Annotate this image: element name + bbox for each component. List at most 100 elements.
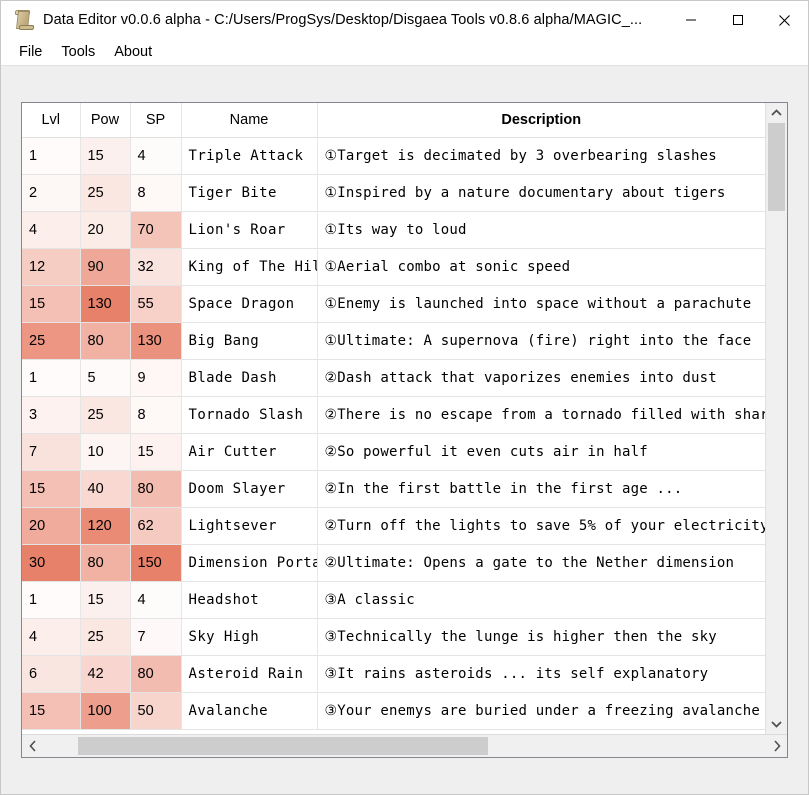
cell-name[interactable]: Avalanche	[181, 692, 318, 730]
cell-name[interactable]: Dimension Portal	[181, 544, 318, 582]
table-row[interactable]: 4 25 7 Sky High ③Technically the lunge is hi…	[22, 618, 765, 656]
cell-name[interactable]: Big Bang	[181, 322, 318, 360]
table-row[interactable]: 1 5 9 Blade Dash ②Dash attack that vaporizes…	[22, 359, 765, 397]
table-row[interactable]: 1 15 4 Headshot ③A classic	[22, 581, 765, 619]
cell-pow[interactable]: 42	[80, 655, 131, 693]
cell-sp[interactable]: 150	[130, 544, 182, 582]
cell-pow[interactable]: 25	[80, 174, 131, 212]
cell-sp[interactable]: 130	[130, 322, 182, 360]
cell-lvl[interactable]: 4	[22, 211, 81, 249]
cell-description[interactable]: ③It rains asteroids ... its self explana…	[317, 655, 765, 693]
cell-sp[interactable]: 32	[130, 248, 182, 286]
cell-description[interactable]: ①Ultimate: A supernova (fire) right into…	[317, 322, 765, 360]
column-header-name[interactable]: Name	[181, 103, 318, 138]
cell-pow[interactable]: 15	[80, 137, 131, 175]
cell-lvl[interactable]: 20	[22, 507, 81, 545]
vertical-scroll-thumb[interactable]	[768, 123, 785, 211]
cell-description[interactable]: ②There is no escape from a tornado fille…	[317, 396, 765, 434]
table-row[interactable]: 1 15 4 Triple Attack ①Target is decimated by…	[22, 137, 765, 175]
table-row[interactable]: 2 25 8 Tiger Bite ①Inspired by a nature docu…	[22, 174, 765, 212]
cell-lvl[interactable]: 15	[22, 285, 81, 323]
cell-description[interactable]: ②Turn off the lights to save 5% of your …	[317, 507, 765, 545]
cell-name[interactable]: Space Dragon	[181, 285, 318, 323]
cell-lvl[interactable]: 3	[22, 396, 81, 434]
cell-sp[interactable]: 9	[130, 359, 182, 397]
column-header-description[interactable]: Description	[317, 103, 765, 138]
minimize-button[interactable]	[667, 1, 714, 39]
cell-pow[interactable]: 25	[80, 396, 131, 434]
table-row[interactable]: 15 40 80 Doom Slayer ②In the first battle in…	[22, 470, 765, 508]
cell-name[interactable]: Asteroid Rain	[181, 655, 318, 693]
cell-description[interactable]: ①Target is decimated by 3 overbearing sl…	[317, 137, 765, 175]
cell-pow[interactable]: 10	[80, 433, 131, 471]
cell-sp[interactable]: 8	[130, 174, 182, 212]
chevron-down-icon[interactable]	[766, 714, 787, 734]
cell-name[interactable]: Headshot	[181, 581, 318, 619]
cell-lvl[interactable]: 1	[22, 137, 81, 175]
cell-name[interactable]: Triple Attack	[181, 137, 318, 175]
cell-pow[interactable]: 120	[80, 507, 131, 545]
cell-lvl[interactable]: 2	[22, 174, 81, 212]
cell-pow[interactable]: 130	[80, 285, 131, 323]
cell-description[interactable]: ②So powerful it even cuts air in half	[317, 433, 765, 471]
cell-lvl[interactable]: 30	[22, 544, 81, 582]
vertical-scrollbar[interactable]	[765, 103, 787, 734]
cell-sp[interactable]: 70	[130, 211, 182, 249]
cell-name[interactable]: Tornado Slash	[181, 396, 318, 434]
table-row[interactable]: 30 80 150 Dimension Portal ②Ultimate: Opens …	[22, 544, 765, 582]
close-button[interactable]	[761, 1, 808, 39]
menu-item-about[interactable]: About	[105, 42, 161, 62]
cell-sp[interactable]: 7	[130, 618, 182, 656]
menu-item-file[interactable]: File	[10, 42, 51, 62]
cell-pow[interactable]: 15	[80, 581, 131, 619]
cell-description[interactable]: ③Technically the lunge is higher then th…	[317, 618, 765, 656]
cell-pow[interactable]: 20	[80, 211, 131, 249]
column-header-pow[interactable]: Pow	[80, 103, 131, 138]
cell-pow[interactable]: 80	[80, 544, 131, 582]
cell-sp[interactable]: 80	[130, 655, 182, 693]
cell-description[interactable]: ①Enemy is launched into space without a …	[317, 285, 765, 323]
cell-name[interactable]: Blade Dash	[181, 359, 318, 397]
cell-pow[interactable]: 25	[80, 618, 131, 656]
chevron-left-icon[interactable]	[22, 735, 43, 757]
cell-description[interactable]: ①Its way to loud	[317, 211, 765, 249]
cell-pow[interactable]: 80	[80, 322, 131, 360]
cell-name[interactable]: Sky High	[181, 618, 318, 656]
cell-lvl[interactable]: 4	[22, 618, 81, 656]
cell-pow[interactable]: 5	[80, 359, 131, 397]
cell-lvl[interactable]: 25	[22, 322, 81, 360]
cell-name[interactable]: Lightsever	[181, 507, 318, 545]
table-row[interactable]: 3 25 8 Tornado Slash ②There is no escape fro…	[22, 396, 765, 434]
horizontal-scroll-track[interactable]	[43, 735, 766, 757]
cell-lvl[interactable]: 12	[22, 248, 81, 286]
cell-sp[interactable]: 15	[130, 433, 182, 471]
cell-lvl[interactable]: 6	[22, 655, 81, 693]
cell-lvl[interactable]: 15	[22, 692, 81, 730]
cell-name[interactable]: Air Cutter	[181, 433, 318, 471]
cell-description[interactable]: ①Inspired by a nature documentary about …	[317, 174, 765, 212]
cell-sp[interactable]: 50	[130, 692, 182, 730]
column-header-lvl[interactable]: Lvl	[22, 103, 81, 138]
table-row[interactable]: 12 90 32 King of The Hill ①Aerial combo at s…	[22, 248, 765, 286]
table-row[interactable]: 7 10 15 Air Cutter ②So powerful it even cuts…	[22, 433, 765, 471]
cell-name[interactable]: Tiger Bite	[181, 174, 318, 212]
column-header-sp[interactable]: SP	[130, 103, 182, 138]
menu-item-tools[interactable]: Tools	[52, 42, 104, 62]
cell-name[interactable]: King of The Hill	[181, 248, 318, 286]
cell-sp[interactable]: 4	[130, 581, 182, 619]
cell-description[interactable]: ③A classic	[317, 581, 765, 619]
vertical-scroll-track[interactable]	[766, 123, 787, 714]
cell-lvl[interactable]: 1	[22, 581, 81, 619]
cell-name[interactable]: Doom Slayer	[181, 470, 318, 508]
chevron-right-icon[interactable]	[766, 735, 787, 757]
table-row[interactable]: 15 100 50 Avalanche ③Your enemys are buried …	[22, 692, 765, 730]
chevron-up-icon[interactable]	[766, 103, 787, 123]
table-row[interactable]: 4 20 70 Lion's Roar ①Its way to loud	[22, 211, 765, 249]
cell-sp[interactable]: 4	[130, 137, 182, 175]
cell-description[interactable]: ②Dash attack that vaporizes enemies into…	[317, 359, 765, 397]
cell-description[interactable]: ①Aerial combo at sonic speed	[317, 248, 765, 286]
cell-description[interactable]: ②Ultimate: Opens a gate to the Nether di…	[317, 544, 765, 582]
cell-pow[interactable]: 100	[80, 692, 131, 730]
cell-lvl[interactable]: 7	[22, 433, 81, 471]
cell-sp[interactable]: 62	[130, 507, 182, 545]
